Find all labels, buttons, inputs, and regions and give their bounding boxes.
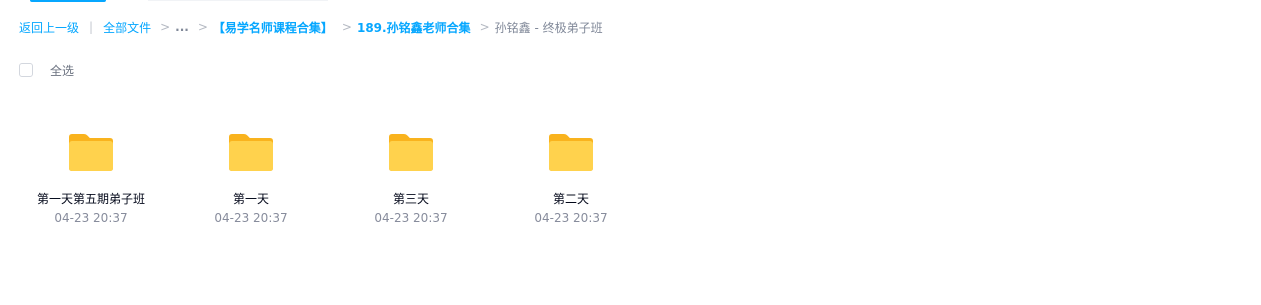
- folder-icon: [229, 134, 273, 171]
- breadcrumb-separator: >: [341, 20, 352, 34]
- breadcrumb-all-files-link[interactable]: 全部文件: [103, 19, 151, 36]
- folder-name: 第三天: [392, 192, 429, 206]
- folder-icon: [389, 134, 433, 171]
- breadcrumb-folder-link[interactable]: 189.孙铭鑫老师合集: [357, 19, 471, 36]
- folder-modified-time: 04-23 20:37: [534, 211, 608, 225]
- folder-modified-time: 04-23 20:37: [374, 211, 448, 225]
- folder-item[interactable]: 第二天 04-23 20:37: [511, 128, 631, 227]
- tab-divider: [148, 0, 328, 1]
- breadcrumb-collapsed-link[interactable]: ...: [175, 20, 189, 34]
- folder-name: 第二天: [552, 192, 589, 206]
- folder-name: 第一天: [232, 192, 269, 206]
- folder-item[interactable]: 第一天 04-23 20:37: [191, 128, 311, 227]
- select-all-label[interactable]: 全选: [50, 62, 74, 79]
- active-tab-indicator: [30, 0, 106, 2]
- breadcrumb-separator: >: [479, 20, 490, 34]
- folder-name: 第一天第五期弟子班: [36, 192, 145, 206]
- folder-item[interactable]: 第三天 04-23 20:37: [351, 128, 471, 227]
- select-all-checkbox[interactable]: [19, 63, 33, 77]
- breadcrumb-current: 孙铭鑫 - 终极弟子班: [494, 20, 603, 35]
- folder-item[interactable]: 第一天第五期弟子班 04-23 20:37: [31, 128, 151, 227]
- folder-icon: [69, 134, 113, 171]
- select-all: 全选: [19, 62, 74, 78]
- file-grid: 第一天第五期弟子班 04-23 20:37 第一天 04-23 20:37 第三…: [31, 128, 671, 227]
- breadcrumb-back-link[interactable]: 返回上一级: [19, 19, 79, 36]
- folder-icon: [549, 134, 593, 171]
- breadcrumb-separator: >: [197, 20, 208, 34]
- breadcrumb-folder-link[interactable]: 【易学名师课程合集】: [213, 19, 333, 36]
- folder-modified-time: 04-23 20:37: [54, 211, 128, 225]
- breadcrumb-divider: |: [89, 20, 94, 34]
- folder-modified-time: 04-23 20:37: [214, 211, 288, 225]
- breadcrumb: 返回上一级 | 全部文件 > ... > 【易学名师课程合集】 > 189.孙铭…: [19, 17, 603, 37]
- breadcrumb-separator: >: [160, 20, 171, 34]
